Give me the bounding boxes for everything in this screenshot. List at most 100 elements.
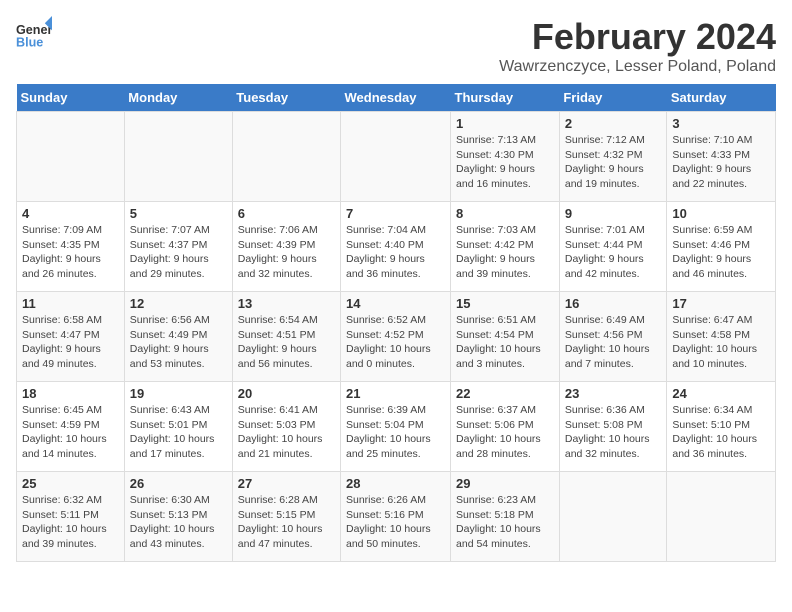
calendar-cell: 13Sunrise: 6:54 AM Sunset: 4:51 PM Dayli… [232, 292, 340, 382]
weekday-header: Tuesday [232, 84, 340, 112]
calendar-cell [559, 472, 667, 562]
calendar-cell: 9Sunrise: 7:01 AM Sunset: 4:44 PM Daylig… [559, 202, 667, 292]
day-info: Sunrise: 7:06 AM Sunset: 4:39 PM Dayligh… [238, 223, 335, 282]
calendar-cell: 23 Sunrise: 6:36 AM Sunset: 5:08 PM Dayli… [559, 382, 667, 472]
page-header: General Blue February 2024 Wawrzenczyce,… [16, 16, 776, 76]
weekday-header-row: SundayMondayTuesdayWednesdayThursdayFrid… [17, 84, 776, 112]
day-info: Sunrise: 6:45 AM Sunset: 4:59 PM Dayligh… [22, 403, 119, 462]
day-info: Sunrise: 7:12 AM Sunset: 4:32 PM Dayligh… [565, 133, 662, 192]
day-number: 1 [456, 116, 554, 131]
day-number: 4 [22, 206, 119, 221]
calendar-cell: 7 Sunrise: 7:04 AM Sunset: 4:40 PM Daylig… [341, 202, 451, 292]
day-number: 20 [238, 386, 335, 401]
day-number: 8 [456, 206, 554, 221]
calendar-cell: 16 Sunrise: 6:49 AM Sunset: 4:56 PM Dayli… [559, 292, 667, 382]
day-number: 17 [672, 296, 770, 311]
calendar-week-row: 4Sunrise: 7:09 AM Sunset: 4:35 PM Daylig… [17, 202, 776, 292]
calendar-cell [232, 112, 340, 202]
calendar-week-row: 25Sunrise: 6:32 AM Sunset: 5:11 PM Dayli… [17, 472, 776, 562]
calendar-cell: 29Sunrise: 6:23 AM Sunset: 5:18 PM Dayli… [451, 472, 560, 562]
day-number: 23 [565, 386, 662, 401]
day-number: 2 [565, 116, 662, 131]
logo: General Blue [16, 16, 52, 52]
day-info: Sunrise: 6:23 AM Sunset: 5:18 PM Dayligh… [456, 493, 554, 552]
calendar-cell: 20 Sunrise: 6:41 AM Sunset: 5:03 PM Dayli… [232, 382, 340, 472]
calendar-week-row: 1Sunrise: 7:13 AM Sunset: 4:30 PM Daylig… [17, 112, 776, 202]
day-number: 15 [456, 296, 554, 311]
day-info: Sunrise: 7:04 AM Sunset: 4:40 PM Dayligh… [346, 223, 445, 282]
calendar-cell: 1Sunrise: 7:13 AM Sunset: 4:30 PM Daylig… [451, 112, 560, 202]
calendar-cell [667, 472, 776, 562]
weekday-header: Wednesday [341, 84, 451, 112]
calendar-cell: 3Sunrise: 7:10 AM Sunset: 4:33 PM Daylig… [667, 112, 776, 202]
day-number: 18 [22, 386, 119, 401]
calendar-cell: 8 Sunrise: 7:03 AM Sunset: 4:42 PM Daylig… [451, 202, 560, 292]
day-number: 16 [565, 296, 662, 311]
day-info: Sunrise: 6:51 AM Sunset: 4:54 PM Dayligh… [456, 313, 554, 372]
calendar-cell: 24 Sunrise: 6:34 AM Sunset: 5:10 PM Dayli… [667, 382, 776, 472]
day-info: Sunrise: 6:36 AM Sunset: 5:08 PM Dayligh… [565, 403, 662, 462]
day-number: 7 [346, 206, 445, 221]
day-info: Sunrise: 6:56 AM Sunset: 4:49 PM Dayligh… [130, 313, 227, 372]
day-info: Sunrise: 6:32 AM Sunset: 5:11 PM Dayligh… [22, 493, 119, 552]
calendar-cell: 27 Sunrise: 6:28 AM Sunset: 5:15 PM Dayli… [232, 472, 340, 562]
day-number: 19 [130, 386, 227, 401]
calendar-cell: 10Sunrise: 6:59 AM Sunset: 4:46 PM Dayli… [667, 202, 776, 292]
day-info: Sunrise: 6:47 AM Sunset: 4:58 PM Dayligh… [672, 313, 770, 372]
day-info: Sunrise: 7:07 AM Sunset: 4:37 PM Dayligh… [130, 223, 227, 282]
day-info: Sunrise: 6:34 AM Sunset: 5:10 PM Dayligh… [672, 403, 770, 462]
calendar-cell [17, 112, 125, 202]
weekday-header: Saturday [667, 84, 776, 112]
calendar-cell: 5 Sunrise: 7:07 AM Sunset: 4:37 PM Daylig… [124, 202, 232, 292]
calendar-cell: 11 Sunrise: 6:58 AM Sunset: 4:47 PM Dayli… [17, 292, 125, 382]
day-number: 11 [22, 296, 119, 311]
weekday-header: Sunday [17, 84, 125, 112]
day-info: Sunrise: 6:54 AM Sunset: 4:51 PM Dayligh… [238, 313, 335, 372]
day-number: 27 [238, 476, 335, 491]
calendar-cell: 22 Sunrise: 6:37 AM Sunset: 5:06 PM Dayli… [451, 382, 560, 472]
day-number: 28 [346, 476, 445, 491]
day-info: Sunrise: 6:41 AM Sunset: 5:03 PM Dayligh… [238, 403, 335, 462]
weekday-header: Friday [559, 84, 667, 112]
weekday-header: Thursday [451, 84, 560, 112]
calendar-cell: 18 Sunrise: 6:45 AM Sunset: 4:59 PM Dayli… [17, 382, 125, 472]
day-number: 14 [346, 296, 445, 311]
day-info: Sunrise: 6:49 AM Sunset: 4:56 PM Dayligh… [565, 313, 662, 372]
day-info: Sunrise: 6:30 AM Sunset: 5:13 PM Dayligh… [130, 493, 227, 552]
day-number: 6 [238, 206, 335, 221]
calendar-cell: 2 Sunrise: 7:12 AM Sunset: 4:32 PM Daylig… [559, 112, 667, 202]
weekday-header: Monday [124, 84, 232, 112]
calendar-cell: 26 Sunrise: 6:30 AM Sunset: 5:13 PM Dayli… [124, 472, 232, 562]
day-info: Sunrise: 7:01 AM Sunset: 4:44 PM Dayligh… [565, 223, 662, 282]
day-number: 12 [130, 296, 227, 311]
calendar-cell: 14 Sunrise: 6:52 AM Sunset: 4:52 PM Dayli… [341, 292, 451, 382]
logo-icon: General Blue [16, 16, 52, 52]
calendar-cell: 12 Sunrise: 6:56 AM Sunset: 4:49 PM Dayli… [124, 292, 232, 382]
day-number: 26 [130, 476, 227, 491]
page-title: February 2024 [499, 16, 776, 58]
calendar-cell: 15 Sunrise: 6:51 AM Sunset: 4:54 PM Dayli… [451, 292, 560, 382]
day-number: 21 [346, 386, 445, 401]
day-number: 22 [456, 386, 554, 401]
calendar-cell: 4Sunrise: 7:09 AM Sunset: 4:35 PM Daylig… [17, 202, 125, 292]
day-info: Sunrise: 7:03 AM Sunset: 4:42 PM Dayligh… [456, 223, 554, 282]
calendar-cell [341, 112, 451, 202]
day-info: Sunrise: 6:43 AM Sunset: 5:01 PM Dayligh… [130, 403, 227, 462]
day-info: Sunrise: 6:28 AM Sunset: 5:15 PM Dayligh… [238, 493, 335, 552]
calendar-cell: 17 Sunrise: 6:47 AM Sunset: 4:58 PM Dayli… [667, 292, 776, 382]
day-info: Sunrise: 6:37 AM Sunset: 5:06 PM Dayligh… [456, 403, 554, 462]
day-info: Sunrise: 6:58 AM Sunset: 4:47 PM Dayligh… [22, 313, 119, 372]
calendar-week-row: 11 Sunrise: 6:58 AM Sunset: 4:47 PM Dayli… [17, 292, 776, 382]
svg-text:Blue: Blue [16, 36, 43, 50]
calendar-table: SundayMondayTuesdayWednesdayThursdayFrid… [16, 84, 776, 562]
day-info: Sunrise: 6:52 AM Sunset: 4:52 PM Dayligh… [346, 313, 445, 372]
day-info: Sunrise: 6:59 AM Sunset: 4:46 PM Dayligh… [672, 223, 770, 282]
calendar-cell [124, 112, 232, 202]
day-info: Sunrise: 7:10 AM Sunset: 4:33 PM Dayligh… [672, 133, 770, 192]
day-number: 24 [672, 386, 770, 401]
day-number: 5 [130, 206, 227, 221]
calendar-cell: 25Sunrise: 6:32 AM Sunset: 5:11 PM Dayli… [17, 472, 125, 562]
day-info: Sunrise: 6:26 AM Sunset: 5:16 PM Dayligh… [346, 493, 445, 552]
calendar-cell: 6 Sunrise: 7:06 AM Sunset: 4:39 PM Daylig… [232, 202, 340, 292]
day-info: Sunrise: 6:39 AM Sunset: 5:04 PM Dayligh… [346, 403, 445, 462]
